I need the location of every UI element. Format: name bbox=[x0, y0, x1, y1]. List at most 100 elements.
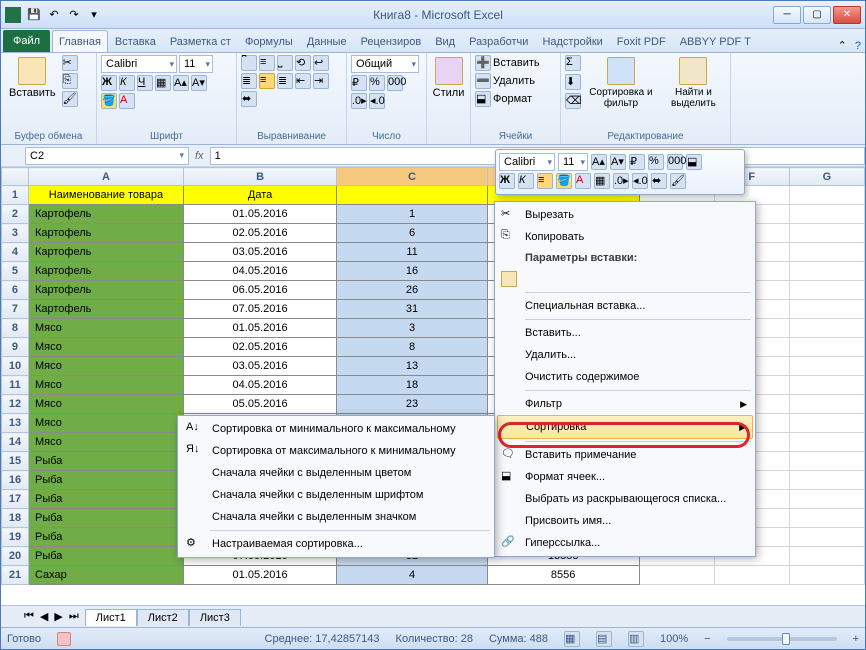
cell-G16[interactable] bbox=[789, 471, 864, 490]
zoom-in-button[interactable]: + bbox=[853, 633, 859, 645]
cell-G9[interactable] bbox=[789, 338, 864, 357]
cell-B2[interactable]: 01.05.2016 bbox=[183, 205, 336, 224]
cell-C7[interactable]: 31 bbox=[337, 300, 487, 319]
align-middle-icon[interactable]: ≡ bbox=[259, 55, 275, 71]
ctx-filter[interactable]: Фильтр▶ bbox=[497, 393, 753, 415]
sheet-tab-3[interactable]: Лист3 bbox=[189, 609, 241, 626]
wrap-text-icon[interactable]: ↩ bbox=[313, 55, 329, 71]
sheet-nav-first-icon[interactable]: ⏮ bbox=[21, 610, 37, 623]
cell-G11[interactable] bbox=[789, 376, 864, 395]
clear-icon[interactable]: ⌫ bbox=[565, 93, 581, 109]
cell-A18[interactable]: Рыба bbox=[28, 509, 183, 528]
cell-G12[interactable] bbox=[789, 395, 864, 414]
cell-A21[interactable]: Сахар bbox=[28, 566, 183, 585]
cell-G18[interactable] bbox=[789, 509, 864, 528]
row-header-4[interactable]: 4 bbox=[2, 243, 29, 262]
mini-grow-font-icon[interactable]: A▴ bbox=[591, 154, 607, 170]
font-size-combo[interactable]: 11 bbox=[179, 55, 213, 73]
zoom-out-button[interactable]: − bbox=[704, 633, 710, 645]
cell-B1[interactable]: Дата bbox=[183, 186, 336, 205]
row-header-15[interactable]: 15 bbox=[2, 452, 29, 471]
tab-addins[interactable]: Надстройки bbox=[535, 30, 609, 52]
cell-A6[interactable]: Картофель bbox=[28, 281, 183, 300]
row-header-13[interactable]: 13 bbox=[2, 414, 29, 433]
tab-developer[interactable]: Разработчи bbox=[462, 30, 535, 52]
sheet-tab-2[interactable]: Лист2 bbox=[137, 609, 189, 626]
percent-icon[interactable]: % bbox=[369, 75, 385, 91]
cell-A3[interactable]: Картофель bbox=[28, 224, 183, 243]
cell-A1[interactable]: Наименование товара bbox=[28, 186, 183, 205]
col-header-C[interactable]: C bbox=[337, 168, 487, 186]
cell-G21[interactable] bbox=[789, 566, 864, 585]
row-header-19[interactable]: 19 bbox=[2, 528, 29, 547]
fill-icon[interactable]: ⬇ bbox=[565, 74, 581, 90]
sub-sort-desc[interactable]: Я↓Сортировка от максимального к минималь… bbox=[180, 440, 492, 462]
cell-G4[interactable] bbox=[789, 243, 864, 262]
row-header-17[interactable]: 17 bbox=[2, 490, 29, 509]
help-icon[interactable]: ? bbox=[851, 40, 865, 52]
mini-inc-decimal-icon[interactable]: .0▸ bbox=[613, 173, 629, 189]
align-top-icon[interactable]: ⎴ bbox=[241, 55, 257, 71]
cell-A20[interactable]: Рыба bbox=[28, 547, 183, 566]
sheet-nav-next-icon[interactable]: ▶ bbox=[51, 610, 65, 623]
cell-A7[interactable]: Картофель bbox=[28, 300, 183, 319]
cell-A10[interactable]: Мясо bbox=[28, 357, 183, 376]
border-icon[interactable]: ▦ bbox=[155, 75, 171, 91]
decrease-indent-icon[interactable]: ⇤ bbox=[295, 73, 311, 89]
cell-B6[interactable]: 06.05.2016 bbox=[183, 281, 336, 300]
decrease-font-icon[interactable]: A▾ bbox=[191, 75, 207, 91]
cell-A14[interactable]: Мясо bbox=[28, 433, 183, 452]
cell-C4[interactable]: 11 bbox=[337, 243, 487, 262]
paste-button[interactable]: Вставить bbox=[5, 55, 60, 101]
view-pagelayout-icon[interactable]: ▤ bbox=[596, 631, 612, 647]
row-header-20[interactable]: 20 bbox=[2, 547, 29, 566]
cut-icon[interactable]: ✂ bbox=[62, 55, 78, 71]
mini-dec-decimal-icon[interactable]: ◂.0 bbox=[632, 173, 648, 189]
qat-more-icon[interactable]: ▾ bbox=[85, 6, 103, 24]
cell-A15[interactable]: Рыба bbox=[28, 452, 183, 471]
sub-sort-asc[interactable]: A↓Сортировка от минимального к максималь… bbox=[180, 418, 492, 440]
cell-C3[interactable]: 6 bbox=[337, 224, 487, 243]
cell-G3[interactable] bbox=[789, 224, 864, 243]
mini-merge-icon[interactable]: ⬌ bbox=[651, 173, 667, 189]
cell-C8[interactable]: 3 bbox=[337, 319, 487, 338]
cell-B12[interactable]: 05.05.2016 bbox=[183, 395, 336, 414]
cell-G10[interactable] bbox=[789, 357, 864, 376]
cell-G2[interactable] bbox=[789, 205, 864, 224]
mini-bold-icon[interactable]: Ж bbox=[499, 173, 515, 189]
cell-C11[interactable]: 18 bbox=[337, 376, 487, 395]
italic-icon[interactable]: К bbox=[119, 75, 135, 91]
cell-C21[interactable]: 4 bbox=[337, 566, 487, 585]
minimize-button[interactable]: ─ bbox=[773, 6, 801, 24]
ctx-clear[interactable]: Очистить содержимое bbox=[497, 366, 753, 388]
tab-formulas[interactable]: Формулы bbox=[238, 30, 300, 52]
font-name-combo[interactable]: Calibri bbox=[101, 55, 177, 73]
cell-G20[interactable] bbox=[789, 547, 864, 566]
row-header-7[interactable]: 7 bbox=[2, 300, 29, 319]
col-header-B[interactable]: B bbox=[183, 168, 336, 186]
mini-percent-icon[interactable]: % bbox=[648, 154, 664, 170]
row-header-8[interactable]: 8 bbox=[2, 319, 29, 338]
ctx-sort[interactable]: Сортировка▶ bbox=[497, 415, 753, 439]
align-center-icon[interactable]: ≡ bbox=[259, 73, 275, 89]
col-header-G[interactable]: G bbox=[789, 168, 864, 186]
row-header-3[interactable]: 3 bbox=[2, 224, 29, 243]
row-header-5[interactable]: 5 bbox=[2, 262, 29, 281]
cell-A11[interactable]: Мясо bbox=[28, 376, 183, 395]
cell-A4[interactable]: Картофель bbox=[28, 243, 183, 262]
sub-custom-sort[interactable]: ⚙Настраиваемая сортировка... bbox=[180, 533, 492, 555]
view-normal-icon[interactable]: ▦ bbox=[564, 631, 580, 647]
find-select-button[interactable]: Найти и выделить bbox=[661, 55, 726, 111]
cell-B9[interactable]: 02.05.2016 bbox=[183, 338, 336, 357]
underline-icon[interactable]: Ч bbox=[137, 75, 153, 91]
cell-A13[interactable]: Мясо bbox=[28, 414, 183, 433]
sheet-nav-prev-icon[interactable]: ◀ bbox=[37, 610, 51, 623]
mini-comma-icon[interactable]: 000 bbox=[667, 154, 683, 170]
ctx-cut[interactable]: ✂Вырезать bbox=[497, 204, 753, 226]
tab-data[interactable]: Данные bbox=[300, 30, 354, 52]
cell-G1[interactable] bbox=[789, 186, 864, 205]
cell-B7[interactable]: 07.05.2016 bbox=[183, 300, 336, 319]
autosum-icon[interactable]: Σ bbox=[565, 55, 581, 71]
cell-G13[interactable] bbox=[789, 414, 864, 433]
fx-icon[interactable]: fx bbox=[195, 150, 204, 162]
